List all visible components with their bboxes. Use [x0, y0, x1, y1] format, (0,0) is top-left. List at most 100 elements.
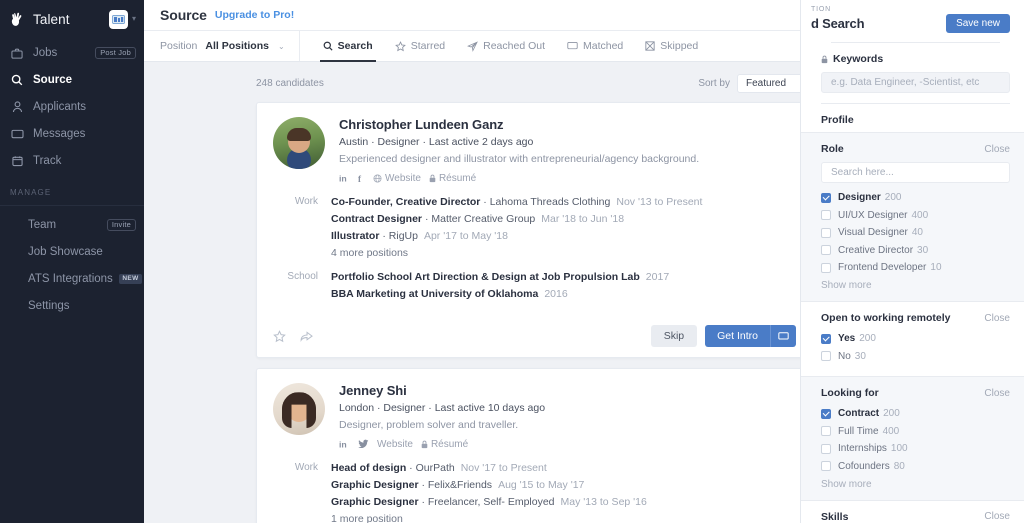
checkbox-icon[interactable]: [821, 351, 831, 361]
checkbox-icon[interactable]: [821, 192, 831, 203]
sidebar-brand[interactable]: Talent ▾: [0, 4, 144, 34]
sidebar-item-team[interactable]: Team Invite: [0, 216, 144, 234]
star-icon[interactable]: [273, 329, 286, 343]
company-logo-icon[interactable]: [108, 9, 128, 29]
chevron-down-icon[interactable]: ⌄: [278, 42, 285, 51]
keywords-label: Keywords: [833, 53, 884, 65]
sidebar-item-job-showcase[interactable]: Job Showcase: [0, 243, 144, 261]
sidebar-item-label: Settings: [28, 300, 70, 312]
candidate-count: 248 candidates: [256, 77, 324, 89]
sidebar-item-ats-integrations[interactable]: ATS Integrations NEW: [0, 270, 144, 288]
show-more-link[interactable]: Show more: [821, 479, 1010, 490]
filter-option[interactable]: No 30: [821, 349, 1010, 364]
search-icon: [323, 41, 333, 51]
upgrade-to-pro-link[interactable]: Upgrade to Pro!: [215, 9, 294, 21]
candidate-card[interactable]: Jenney Shi London · Designer · Last acti…: [256, 368, 813, 523]
lock-icon: [429, 174, 436, 183]
candidate-bio: Experienced designer and illustrator wit…: [339, 153, 700, 165]
skip-button[interactable]: Skip: [650, 325, 698, 347]
invite-button[interactable]: Invite: [106, 218, 136, 232]
svg-text:in: in: [339, 439, 347, 449]
checkbox-icon[interactable]: [821, 227, 831, 238]
candidate-name[interactable]: Jenney Shi: [339, 383, 796, 398]
school-section: School Portfolio School Art Direction & …: [273, 270, 796, 304]
checkbox-icon[interactable]: [821, 210, 831, 220]
post-job-button[interactable]: Post Job: [95, 46, 136, 60]
sidebar-item-messages[interactable]: Messages: [0, 125, 144, 143]
work-org: Matter Creative Group: [431, 213, 536, 225]
filter-option[interactable]: Cofounders 80: [821, 459, 1010, 474]
resume-link[interactable]: Résumé: [421, 439, 468, 450]
checkbox-icon[interactable]: [821, 426, 831, 436]
option-count: 200: [883, 408, 900, 419]
filter-panel: TION d Search Save new Keywords e.g. Dat…: [800, 0, 1024, 523]
close-group-button[interactable]: Close: [984, 388, 1010, 399]
message-button[interactable]: [770, 325, 796, 347]
work-title: Head of design: [331, 462, 407, 474]
work-row: Contract Designer · Matter Creative Grou…: [331, 213, 625, 225]
left-sidebar: Talent ▾ Jobs Post Job Source Applicants…: [0, 0, 144, 523]
option-label: Internships: [838, 443, 887, 454]
sidebar-nav: Jobs Post Job Source Applicants Messages…: [0, 44, 144, 170]
filter-option[interactable]: Yes 200: [821, 331, 1010, 346]
sidebar-item-applicants[interactable]: Applicants: [0, 98, 144, 116]
position-filter[interactable]: Position All Positions ⌄: [160, 31, 300, 61]
filter-option[interactable]: Contract 200: [821, 406, 1010, 421]
website-link[interactable]: Website: [373, 173, 421, 184]
linkedin-icon[interactable]: in: [339, 439, 350, 450]
role-search-input[interactable]: Search here...: [821, 162, 1010, 183]
option-label: Yes: [838, 333, 856, 344]
work-section: Work Co-Founder, Creative Director · Lah…: [273, 195, 796, 261]
twitter-icon[interactable]: [358, 439, 369, 449]
tab-search[interactable]: Search: [312, 31, 384, 62]
checkbox-icon[interactable]: [821, 262, 831, 273]
sidebar-item-label: Jobs: [33, 47, 58, 59]
tab-matched[interactable]: Matched: [556, 31, 634, 61]
get-intro-button[interactable]: Get Intro: [705, 325, 770, 347]
checkbox-icon[interactable]: [821, 408, 831, 419]
candidate-card[interactable]: Christopher Lundeen Ganz Austin · Design…: [256, 102, 813, 358]
tab-reached-out[interactable]: Reached Out: [456, 31, 556, 61]
linkedin-icon[interactable]: in: [339, 173, 350, 184]
option-count: 100: [890, 443, 908, 454]
candidate-photo: [273, 383, 325, 435]
website-link[interactable]: Website: [377, 439, 413, 450]
filter-option[interactable]: Designer 200: [821, 190, 1010, 205]
checkbox-icon[interactable]: [821, 443, 831, 454]
close-group-button[interactable]: Close: [984, 511, 1010, 522]
filter-option[interactable]: Frontend Developer 10: [821, 260, 1010, 275]
sidebar-item-jobs[interactable]: Jobs Post Job: [0, 44, 144, 62]
checkbox-icon[interactable]: [821, 245, 831, 255]
close-group-button[interactable]: Close: [984, 144, 1010, 155]
keywords-placeholder: e.g. Data Engineer, -Scientist, etc: [831, 77, 980, 88]
work-org: OurPath: [415, 462, 455, 474]
save-new-button[interactable]: Save new: [946, 14, 1010, 33]
checkbox-icon[interactable]: [821, 333, 831, 344]
filter-option[interactable]: Creative Director 30: [821, 243, 1010, 258]
sidebar-item-source[interactable]: Source: [0, 71, 144, 89]
group-title: Skills: [821, 510, 849, 523]
more-positions-link[interactable]: 1 more position: [331, 512, 796, 523]
chevron-down-icon[interactable]: ▾: [132, 15, 136, 23]
school-row: Portfolio School Art Direction & Design …: [331, 270, 796, 285]
close-group-button[interactable]: Close: [984, 313, 1010, 324]
work-row: Graphic Designer · Felix&Friends Aug '15 …: [331, 479, 585, 491]
more-positions-link[interactable]: 4 more positions: [331, 246, 796, 261]
filter-option[interactable]: Internships 100: [821, 441, 1010, 456]
sidebar-item-track[interactable]: Track: [0, 152, 144, 170]
search-icon: [10, 74, 24, 86]
tab-skipped[interactable]: Skipped: [634, 31, 709, 61]
candidate-name[interactable]: Christopher Lundeen Ganz: [339, 117, 796, 132]
share-arrow-icon[interactable]: [300, 330, 313, 342]
filter-option[interactable]: Visual Designer 40: [821, 225, 1010, 240]
filter-option[interactable]: UI/UX Designer 400: [821, 208, 1010, 223]
show-more-link[interactable]: Show more: [821, 280, 1010, 291]
resume-link[interactable]: Résumé: [429, 173, 476, 184]
facebook-icon[interactable]: f: [358, 173, 365, 184]
tab-starred[interactable]: Starred: [384, 31, 456, 61]
keywords-input[interactable]: e.g. Data Engineer, -Scientist, etc: [821, 72, 1010, 93]
checkbox-icon[interactable]: [821, 461, 831, 471]
candidate-meta: London · Designer · Last active 10 days …: [339, 402, 546, 414]
filter-option[interactable]: Full Time 400: [821, 424, 1010, 439]
sidebar-item-settings[interactable]: Settings: [0, 297, 144, 315]
